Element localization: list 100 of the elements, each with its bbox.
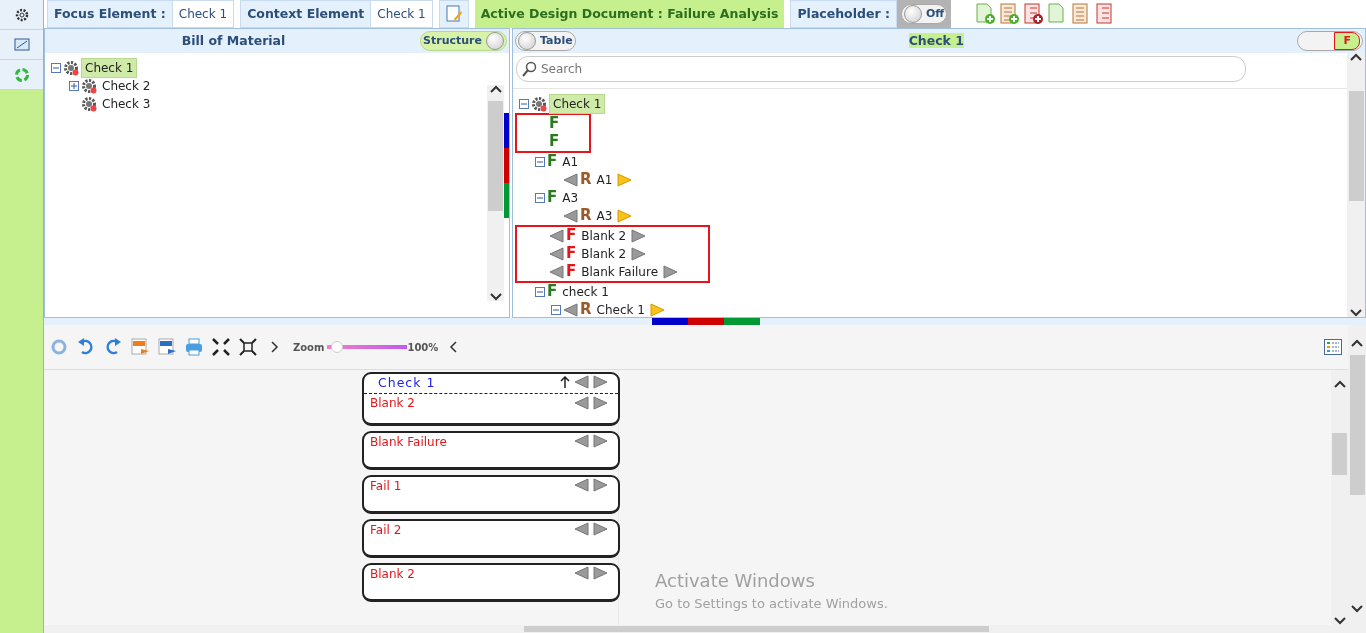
expand-icon[interactable] [69,81,79,91]
failure-card[interactable]: Check 1 Blank 2 [362,372,620,426]
focus-element-label: Focus Element : [47,0,173,28]
left-arrow-icon [574,478,589,492]
tree-item[interactable]: Blank 2 [578,244,630,263]
down-chevron-icon [1351,605,1363,613]
refresh-icon[interactable] [50,338,68,356]
tree-item[interactable]: Blank Failure [578,262,662,281]
collapse-icon[interactable] [535,156,545,167]
type-letter: R [580,208,592,224]
up-arrow-icon[interactable] [560,376,570,388]
recycle-icon [13,66,30,83]
collapse-icon[interactable] [51,63,61,73]
right-arrow-icon [631,246,647,261]
right-arrow-icon [593,396,608,410]
gear-icon [63,60,79,76]
settings-button[interactable] [0,0,43,30]
down-chevron-icon [1333,617,1346,625]
right-arrow-icon [593,434,608,448]
tree-item[interactable]: Check 3 [99,95,154,113]
tree-item[interactable]: Check 1 [593,300,648,317]
scrollbar-thumb[interactable] [1348,90,1364,201]
card-label: Blank Failure [370,434,447,451]
tree-item[interactable]: Check 1 [81,58,138,78]
slider-thumb[interactable] [331,341,343,353]
scrollbar[interactable] [44,625,1348,633]
scrollbar[interactable] [1331,370,1348,625]
recycle-button[interactable] [0,60,43,90]
search-field[interactable]: Search [516,55,1246,82]
failure-card[interactable]: Fail 1 [362,475,620,514]
scrollbar-thumb[interactable] [1332,433,1347,475]
print-icon[interactable] [185,338,203,356]
right-arrow-icon [617,208,633,223]
card-label: Blank 2 [370,394,415,412]
collapse-icon[interactable] [535,192,545,203]
add-page-icon[interactable] [975,3,997,25]
context-element-value: Check 1 [371,0,433,28]
collapse-icon[interactable] [535,286,545,297]
left-arrow-icon [574,522,589,536]
add-numbered-list-icon[interactable] [1023,3,1045,25]
gear-icon [81,96,97,112]
tree-item[interactable]: Check 1 [549,93,606,114]
right-arrow-icon [617,172,633,187]
structure-toggle[interactable]: Structure [420,31,507,51]
failure-card[interactable]: Blank Failure [362,431,620,470]
card-label: Fail 1 [370,478,402,495]
tree-item[interactable]: check 1 [559,282,612,301]
failure-card[interactable]: Fail 2 [362,519,620,558]
collapse-icon[interactable] [551,304,561,315]
tree-item[interactable]: Blank 2 [578,226,630,245]
context-element-label: Context Element [240,0,372,28]
scrollbar-thumb[interactable] [488,101,503,211]
zoom-label: Zoom [293,340,325,355]
right-arrow-icon [631,228,647,243]
type-letter: F [566,264,577,280]
fullscreen-icon[interactable] [239,338,257,356]
panel-title: Check 1 [908,32,964,48]
fit-screen-icon[interactable] [212,338,230,356]
scrollbar-thumb[interactable] [524,626,989,632]
active-design-document: Active Design Document : Failure Analysis [474,0,785,28]
type-letter: F [549,134,560,150]
right-arrow-icon [593,478,608,492]
edit-document-icon [445,5,462,23]
left-arrow-icon [574,375,589,389]
down-chevron-icon [1350,309,1362,317]
left-arrow-icon [549,246,564,261]
edit-button[interactable] [438,0,469,28]
card-label: Blank 2 [370,566,415,583]
redo-icon[interactable] [104,338,122,356]
filter-toggle[interactable]: F [1297,30,1363,51]
undo-icon[interactable] [77,338,95,356]
left-arrow-icon [574,434,589,448]
tree-item[interactable]: A3 [593,206,616,225]
type-letter: F [547,154,558,170]
placeholder-toggle[interactable]: Off [900,4,948,24]
tree-item[interactable]: A1 [593,170,616,189]
right-arrow-icon [663,264,679,279]
panel-title: Bill of Material [180,31,287,50]
card-label: Fail 2 [370,522,402,539]
scrollbar[interactable] [1348,325,1366,633]
scrollbar-thumb[interactable] [1349,355,1365,495]
failure-card[interactable]: Blank 2 [362,563,620,602]
png-export-icon[interactable] [158,338,176,356]
down-chevron-icon [489,293,502,301]
up-chevron-icon [1333,380,1346,388]
collapse-icon[interactable] [519,98,529,109]
tree-item[interactable]: Check 2 [99,77,154,95]
legend-icon[interactable] [1324,339,1342,355]
tree-item[interactable]: A3 [559,188,582,207]
screen-icon [13,36,30,53]
tree-item[interactable]: A1 [559,152,582,171]
table-toggle[interactable]: Table [515,30,576,51]
scrollbar[interactable] [487,85,504,301]
search-icon [522,60,538,77]
scrollbar[interactable] [1347,52,1365,317]
card-title: Check 1 [377,374,436,392]
svg-export-icon[interactable] [131,338,149,356]
type-letter: F [547,190,558,206]
up-chevron-icon [1350,52,1362,61]
zoom-reading: 100% [407,340,439,355]
